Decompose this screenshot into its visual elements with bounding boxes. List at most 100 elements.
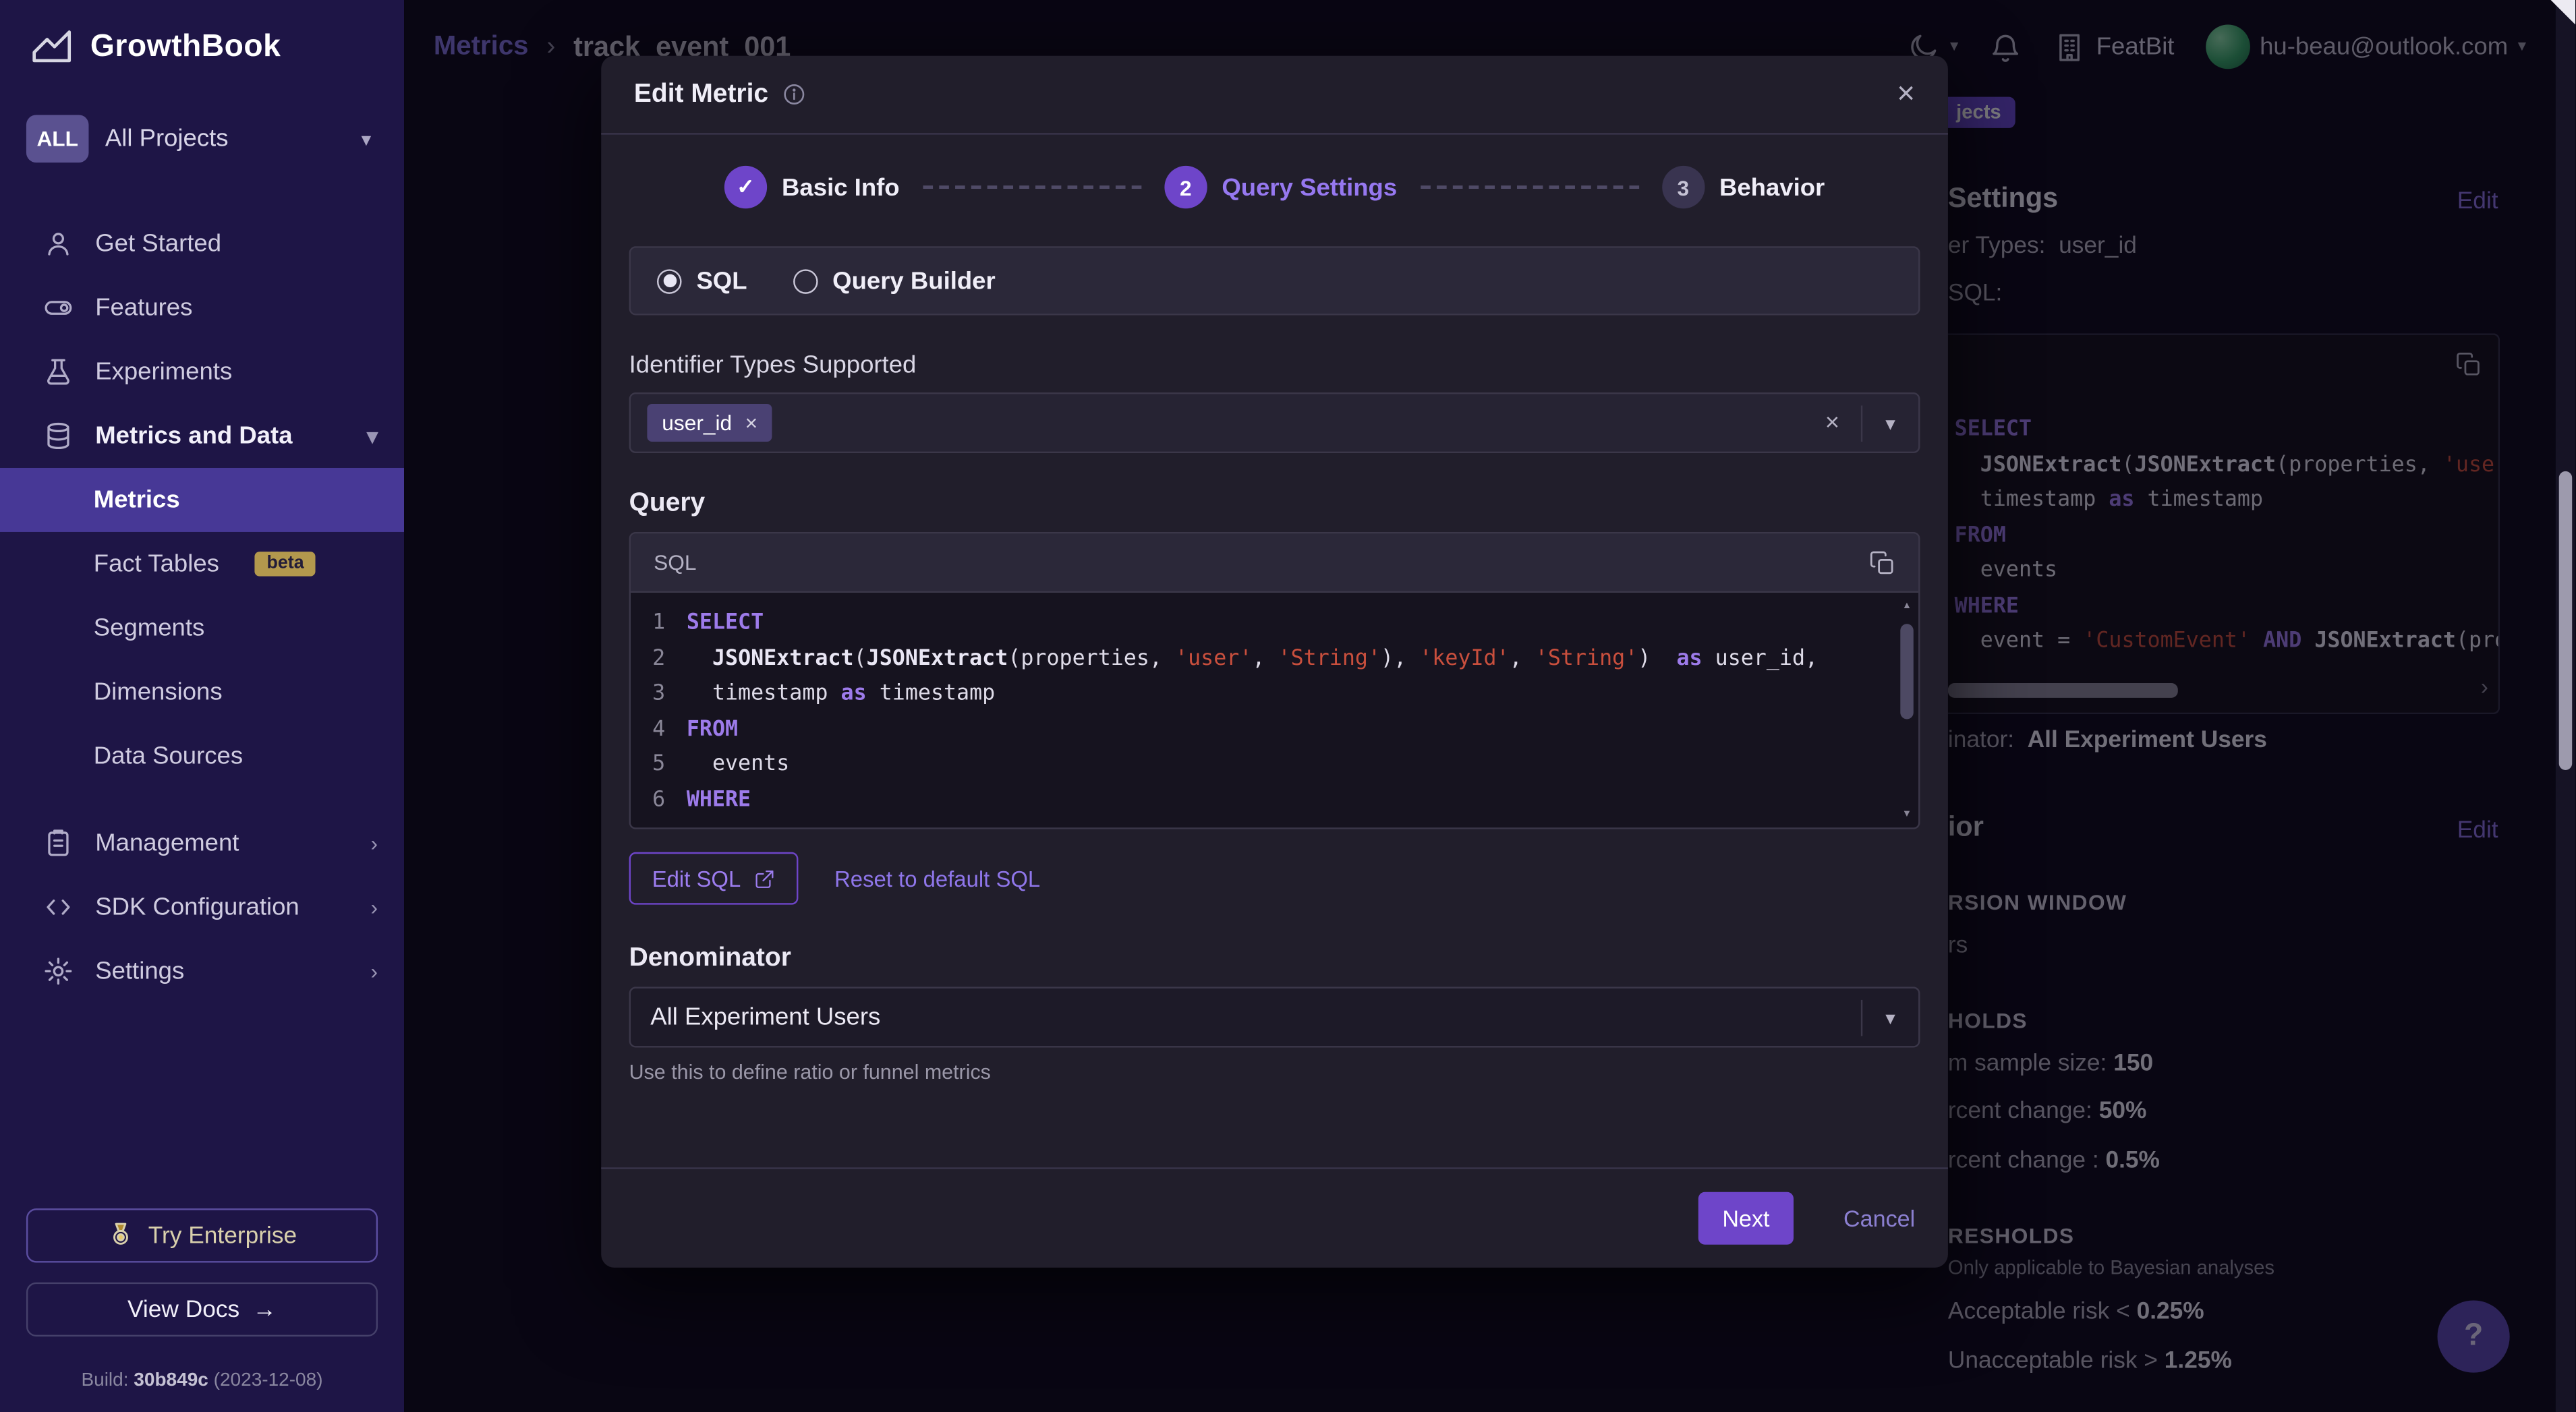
edit-metric-modal: Edit Metric × ✓ Basic Info 2 Query Setti… bbox=[601, 56, 1948, 1268]
build-info: Build: 30b849c (2023-12-08) bbox=[26, 1371, 378, 1412]
scroll-up-icon[interactable]: ▴ bbox=[1902, 597, 1911, 614]
sidebar-item-features[interactable]: Features bbox=[0, 276, 404, 340]
edit-sql-button[interactable]: Edit SQL bbox=[629, 852, 799, 905]
modal-title: Edit Metric bbox=[634, 80, 768, 109]
sidebar-nav: Get Started Features Experiments Metrics… bbox=[0, 212, 404, 1003]
wizard-stepper: ✓ Basic Info 2 Query Settings 3 Behavior bbox=[629, 161, 1920, 214]
step-number: 3 bbox=[1662, 166, 1705, 208]
view-docs-label: View Docs bbox=[127, 1296, 239, 1322]
project-selector[interactable]: ALL All Projects ▾ bbox=[20, 109, 384, 169]
page-scrollbar[interactable] bbox=[2556, 0, 2575, 1412]
sidebar-item-experiments[interactable]: Experiments bbox=[0, 340, 404, 404]
sidebar-item-label: Management bbox=[95, 829, 239, 857]
view-docs-button[interactable]: View Docs → bbox=[26, 1283, 378, 1336]
sql-radio[interactable]: SQL bbox=[657, 267, 747, 295]
sidebar-bottom: Try Enterprise View Docs → Build: 30b849… bbox=[0, 1208, 404, 1412]
query-type-selector: SQL Query Builder bbox=[629, 246, 1920, 315]
gear-icon bbox=[42, 955, 74, 987]
chevron-down-icon: ▾ bbox=[362, 127, 372, 150]
project-selector-label: All Projects bbox=[105, 125, 345, 152]
sql-code: 1SELECT2 JSONExtract(JSONExtract(propert… bbox=[631, 606, 1918, 818]
flask-icon bbox=[42, 356, 74, 387]
sidebar-item-label: Metrics and Data bbox=[95, 422, 292, 450]
cancel-button[interactable]: Cancel bbox=[1843, 1205, 1915, 1231]
clipboard-icon bbox=[42, 827, 74, 858]
clear-all-icon[interactable]: × bbox=[1804, 409, 1861, 436]
denominator-label: Denominator bbox=[629, 944, 1920, 974]
sidebar-item-segments[interactable]: Segments bbox=[0, 596, 404, 660]
next-button[interactable]: Next bbox=[1698, 1192, 1794, 1245]
sidebar-item-label: SDK Configuration bbox=[95, 893, 299, 921]
sidebar-item-settings[interactable]: Settings › bbox=[0, 939, 404, 1003]
sidebar-item-label: Fact Tables bbox=[94, 550, 219, 578]
copy-icon[interactable] bbox=[1869, 550, 1895, 576]
chevron-down-icon[interactable]: ▾ bbox=[1862, 411, 1918, 434]
sidebar-item-get-started[interactable]: Get Started bbox=[0, 212, 404, 276]
chevron-down-icon[interactable]: ▾ bbox=[1862, 1005, 1918, 1028]
sidebar-item-data-sources[interactable]: Data Sources bbox=[0, 724, 404, 788]
external-link-icon bbox=[754, 868, 776, 889]
denominator-help: Use this to define ratio or funnel metri… bbox=[629, 1061, 1920, 1084]
identifier-tag-label: user_id bbox=[662, 411, 732, 436]
corner-decoration bbox=[2551, 0, 2576, 25]
growthbook-logo[interactable]: GrowthBook bbox=[0, 0, 404, 86]
check-icon: ✓ bbox=[724, 166, 767, 208]
project-badge: ALL bbox=[26, 115, 89, 163]
editor-scrollbar-thumb[interactable] bbox=[1900, 624, 1913, 719]
remove-tag-icon[interactable]: × bbox=[745, 412, 757, 434]
sidebar-item-label: Settings bbox=[95, 958, 184, 985]
info-icon bbox=[782, 82, 807, 107]
step-connector bbox=[1420, 185, 1638, 189]
identifier-tag: user_id × bbox=[647, 404, 772, 442]
person-icon bbox=[42, 228, 74, 259]
edit-sql-label: Edit SQL bbox=[652, 866, 741, 891]
radio-selected-icon bbox=[657, 268, 682, 293]
radio-unselected-icon bbox=[793, 268, 818, 293]
modal-header: Edit Metric × bbox=[601, 56, 1948, 135]
reset-sql-button[interactable]: Reset to default SQL bbox=[818, 866, 1057, 891]
select-controls: ▾ bbox=[1861, 989, 1918, 1046]
sidebar-item-dimensions[interactable]: Dimensions bbox=[0, 660, 404, 724]
denominator-value: All Experiment Users bbox=[650, 1003, 880, 1031]
sidebar-item-label: Features bbox=[95, 294, 192, 322]
arrow-right-icon: → bbox=[253, 1296, 277, 1322]
query-builder-radio-label: Query Builder bbox=[832, 267, 996, 295]
editor-scrollbar[interactable]: ▴ ▾ bbox=[1897, 597, 1916, 823]
step-label: Query Settings bbox=[1222, 173, 1397, 201]
step-label: Basic Info bbox=[782, 173, 900, 201]
scroll-down-icon[interactable]: ▾ bbox=[1902, 806, 1911, 823]
nav-divider bbox=[0, 788, 404, 811]
logo-text: GrowthBook bbox=[90, 29, 281, 65]
close-icon[interactable]: × bbox=[1897, 79, 1915, 110]
sidebar-item-label: Dimensions bbox=[94, 678, 223, 706]
chevron-right-icon: › bbox=[370, 895, 378, 920]
step-connector bbox=[923, 185, 1141, 189]
multiselect-controls: × ▾ bbox=[1804, 394, 1918, 451]
step-query-settings[interactable]: 2 Query Settings bbox=[1164, 166, 1397, 208]
sidebar-item-label: Get Started bbox=[95, 230, 221, 258]
sql-editor-title: SQL bbox=[654, 550, 696, 575]
database-icon bbox=[42, 420, 74, 451]
chevron-right-icon: › bbox=[370, 831, 378, 856]
denominator-select[interactable]: All Experiment Users ▾ bbox=[629, 987, 1920, 1047]
step-behavior[interactable]: 3 Behavior bbox=[1662, 166, 1825, 208]
sidebar-item-management[interactable]: Management › bbox=[0, 811, 404, 875]
sidebar-item-metrics-and-data[interactable]: Metrics and Data ▾ bbox=[0, 404, 404, 468]
step-basic-info[interactable]: ✓ Basic Info bbox=[724, 166, 900, 208]
sidebar-item-label: Experiments bbox=[95, 358, 232, 386]
medal-icon bbox=[107, 1222, 135, 1249]
identifier-types-multiselect[interactable]: user_id × × ▾ bbox=[629, 392, 1920, 453]
sidebar-item-sdk-configuration[interactable]: SDK Configuration › bbox=[0, 875, 404, 939]
query-builder-radio[interactable]: Query Builder bbox=[793, 267, 996, 295]
page-scrollbar-thumb[interactable] bbox=[2559, 471, 2572, 770]
modal-body: ✓ Basic Info 2 Query Settings 3 Behavior… bbox=[601, 135, 1948, 1168]
chevron-right-icon: › bbox=[370, 959, 378, 984]
sql-editor-body: 1SELECT2 JSONExtract(JSONExtract(propert… bbox=[631, 593, 1918, 827]
sidebar-item-metrics[interactable]: Metrics bbox=[0, 468, 404, 532]
query-section-label: Query bbox=[629, 490, 1920, 519]
sql-radio-label: SQL bbox=[696, 267, 747, 295]
beta-badge: beta bbox=[255, 552, 315, 577]
sidebar-item-label: Segments bbox=[94, 614, 204, 642]
try-enterprise-button[interactable]: Try Enterprise bbox=[26, 1208, 378, 1262]
sidebar-item-fact-tables[interactable]: Fact Tables beta bbox=[0, 532, 404, 596]
